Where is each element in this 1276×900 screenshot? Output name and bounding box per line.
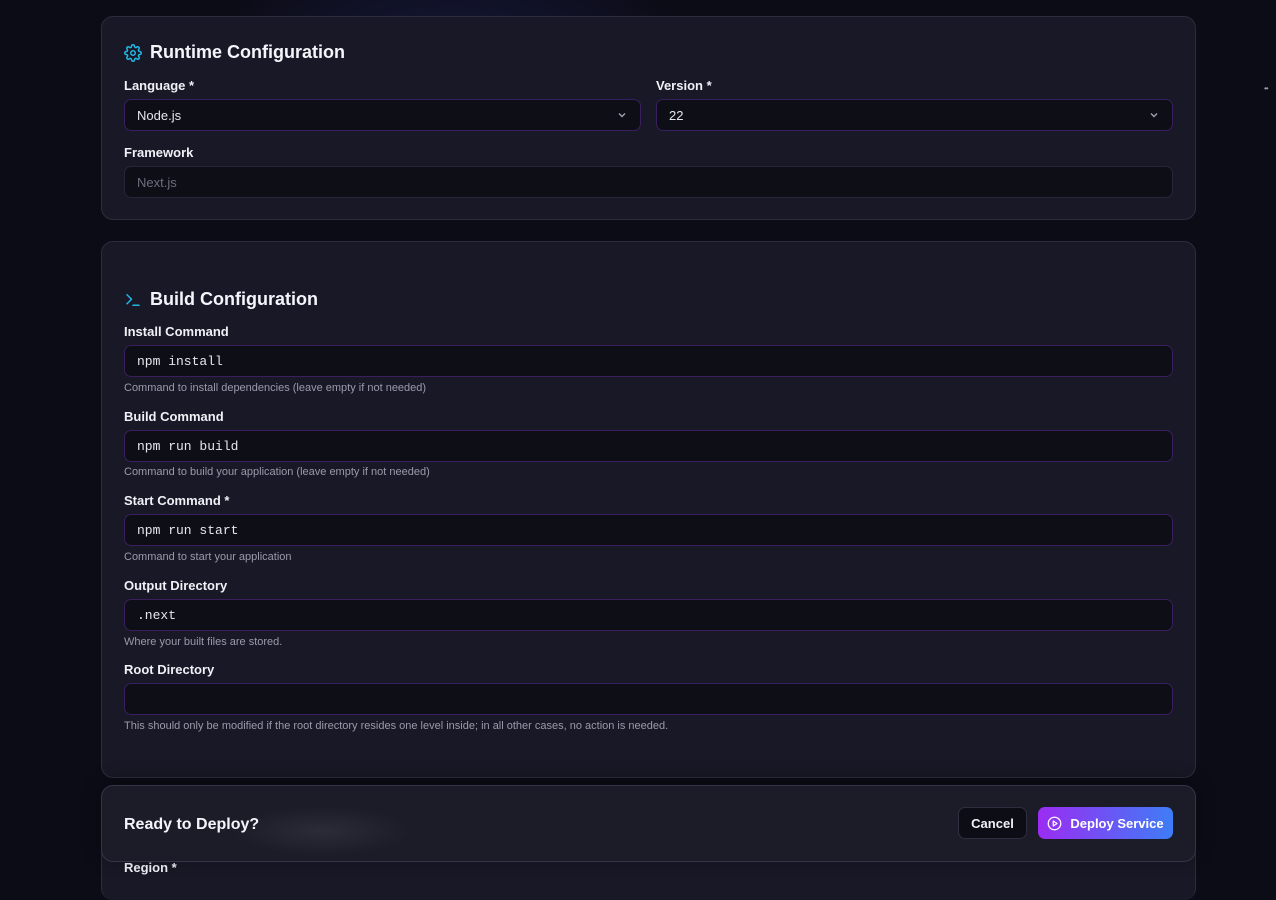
deploy-title: Ready to Deploy? (124, 816, 260, 833)
build-configuration-header: Build Configuration (124, 289, 318, 310)
framework-label: Framework (124, 145, 194, 160)
build-command-input[interactable]: npm run build (124, 430, 1173, 462)
install-command-input[interactable]: npm install (124, 345, 1173, 377)
build-command-value: npm run build (137, 438, 239, 454)
framework-placeholder: Next.js (137, 174, 177, 190)
version-value: 22 (669, 107, 684, 123)
install-command-value: npm install (137, 353, 223, 369)
start-command-value: npm run start (137, 522, 239, 538)
output-directory-value: .next (137, 607, 177, 623)
build-configuration-title: Build Configuration (150, 289, 318, 309)
runtime-configuration-header: Runtime Configuration (124, 42, 345, 63)
root-directory-hint: This should only be modified if the root… (124, 720, 669, 732)
framework-input[interactable]: Next.js (124, 166, 1173, 198)
deploy-service-label: Deploy Service (1070, 815, 1164, 831)
deploy-bar: Ready to Deploy? Cancel Deploy Service (101, 785, 1196, 862)
build-command-label: Build Command (124, 409, 224, 424)
version-label: Version * (656, 78, 712, 93)
start-command-hint: Command to start your application (124, 551, 292, 563)
chevron-down-icon (1150, 113, 1158, 118)
gear-icon (124, 43, 142, 62)
root-directory-label: Root Directory (124, 662, 215, 677)
play-circle-icon (1048, 816, 1062, 830)
start-command-input[interactable]: npm run start (124, 514, 1173, 546)
runtime-configuration-card: Runtime Configuration Language * Node.js… (101, 16, 1196, 220)
output-directory-hint: Where your built files are stored. (124, 636, 283, 648)
install-command-label: Install Command (124, 324, 229, 339)
build-configuration-card: Build Configuration Install Command npm … (101, 241, 1196, 778)
output-directory-input[interactable]: .next (124, 599, 1173, 631)
terminal-icon (124, 291, 142, 309)
region-label: Region * (124, 860, 177, 875)
language-value: Node.js (137, 107, 182, 123)
deploy-service-button[interactable]: Deploy Service (1038, 807, 1173, 839)
output-directory-label: Output Directory (124, 578, 228, 593)
build-command-hint: Command to build your application (leave… (124, 466, 430, 478)
version-select[interactable]: 22 (656, 99, 1173, 131)
language-label: Language * (124, 78, 195, 93)
cancel-button[interactable]: Cancel (958, 807, 1027, 839)
runtime-configuration-title: Runtime Configuration (150, 42, 345, 62)
root-directory-input[interactable] (124, 683, 1173, 715)
chevron-down-icon (618, 113, 626, 118)
language-select[interactable]: Node.js (124, 99, 641, 131)
side-indicator-icon: •• (1264, 84, 1269, 93)
install-command-hint: Command to install dependencies (leave e… (124, 382, 427, 394)
start-command-label: Start Command * (124, 493, 230, 508)
